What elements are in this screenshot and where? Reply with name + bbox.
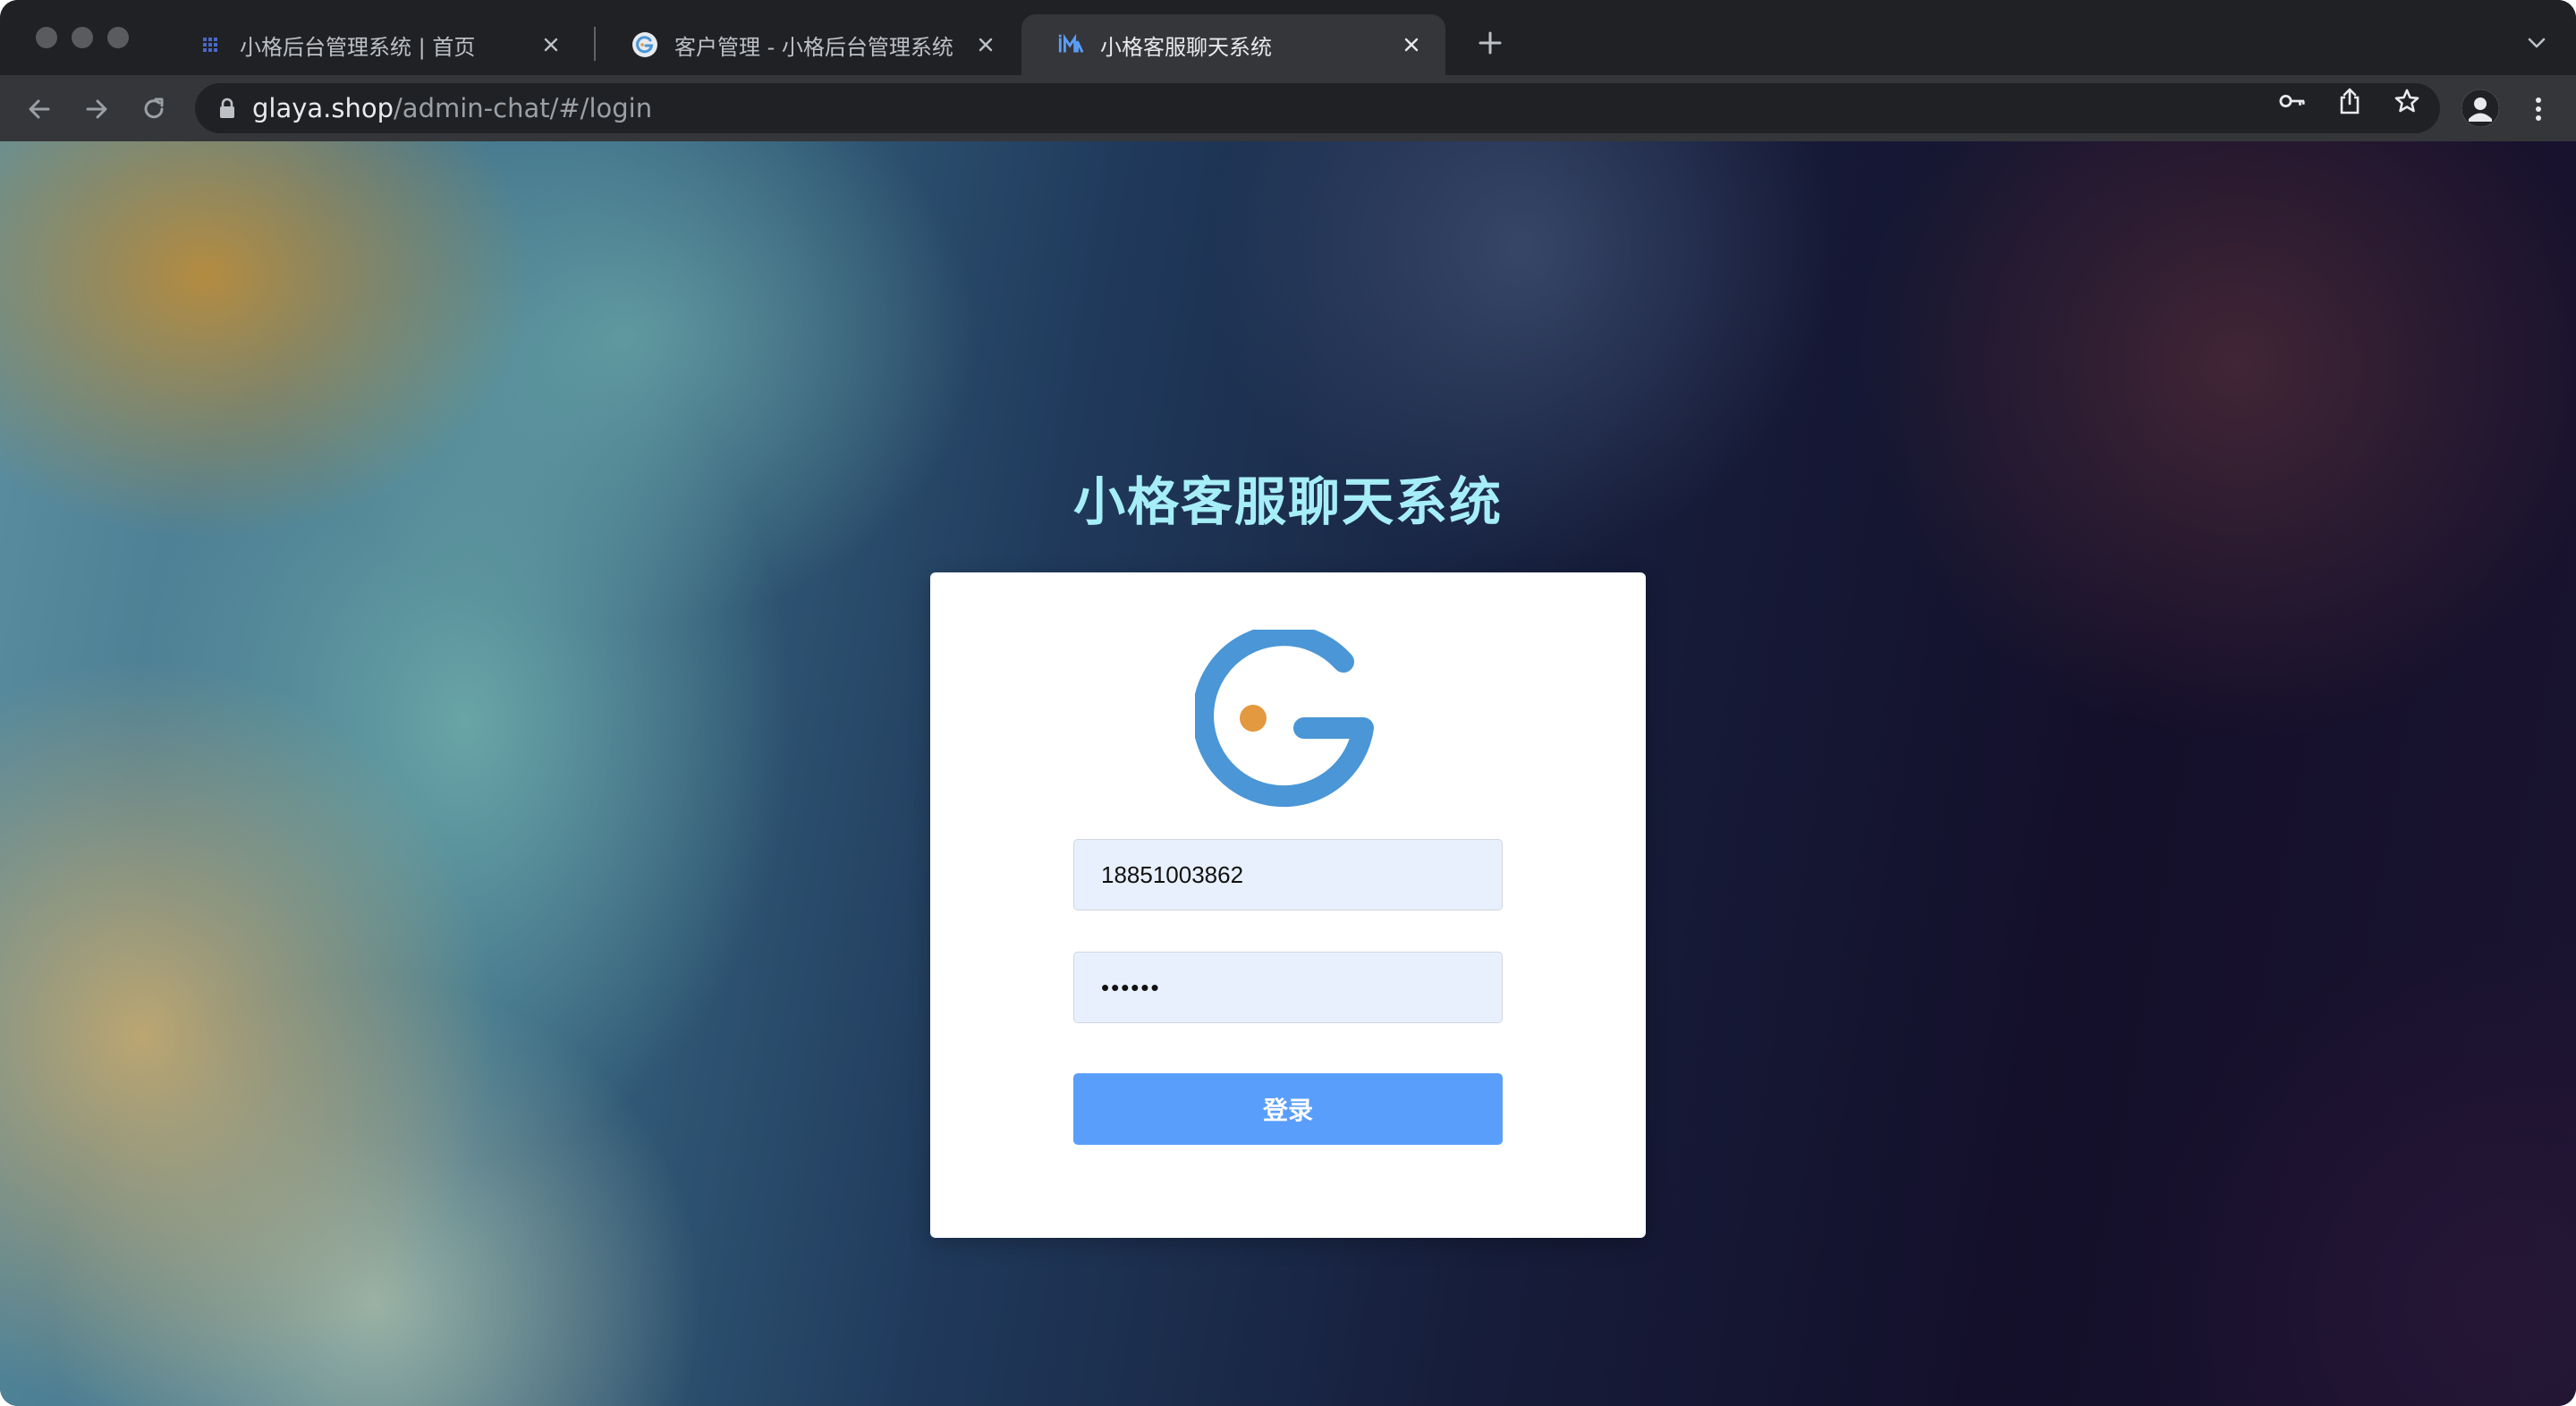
close-icon[interactable] xyxy=(1399,32,1424,57)
reload-icon[interactable] xyxy=(136,91,172,127)
tab-title: 客户管理 - 小格后台管理系统 xyxy=(674,34,953,60)
g-logo-icon xyxy=(1195,630,1374,808)
back-icon[interactable] xyxy=(21,91,57,127)
page-title: 小格客服聊天系统 xyxy=(1072,471,1503,532)
new-tab-icon[interactable] xyxy=(1474,27,1506,59)
url-text[interactable]: glaya.shop/admin-chat/#/login xyxy=(252,93,652,123)
tab-customer-management[interactable]: 客户管理 - 小格后台管理系统 xyxy=(596,14,1020,75)
close-icon[interactable] xyxy=(973,32,998,57)
username-input[interactable] xyxy=(1073,839,1503,911)
password-input[interactable] xyxy=(1073,952,1503,1023)
tab-chat-system[interactable]: 小格客服聊天系统 xyxy=(1021,14,1445,75)
login-button[interactable]: 登录 xyxy=(1073,1073,1503,1145)
tab-title: 小格客服聊天系统 xyxy=(1100,34,1272,60)
lock-icon[interactable] xyxy=(215,96,240,121)
page-content: 小格客服聊天系统 登录 xyxy=(0,141,2576,1406)
menu-icon[interactable] xyxy=(2522,91,2555,127)
login-card: 登录 xyxy=(930,572,1646,1238)
star-icon[interactable] xyxy=(2394,88,2420,114)
grid-favicon-icon xyxy=(197,31,224,58)
tab-strip: 小格后台管理系统 | 首页 客户管理 - 小格后台管理系统 小格客服聊天系统 xyxy=(0,0,2576,75)
g-logo-favicon-icon xyxy=(631,31,658,58)
window-close-control[interactable] xyxy=(36,27,57,48)
tab-title: 小格后台管理系统 | 首页 xyxy=(240,34,476,60)
url-host: glaya.shop xyxy=(252,93,394,123)
address-bar[interactable]: glaya.shop/admin-chat/#/login xyxy=(195,83,2440,133)
browser-toolbar: glaya.shop/admin-chat/#/login xyxy=(0,75,2576,141)
profile-icon[interactable] xyxy=(2462,89,2499,127)
url-path: /admin-chat/#/login xyxy=(394,93,653,123)
forward-icon[interactable] xyxy=(79,91,114,127)
share-icon[interactable] xyxy=(2336,88,2363,114)
window-zoom-control[interactable] xyxy=(107,27,129,48)
browser-window: 小格后台管理系统 | 首页 客户管理 - 小格后台管理系统 小格客服聊天系统 g… xyxy=(0,0,2576,1406)
im-favicon-icon xyxy=(1057,31,1084,58)
tab-search-icon[interactable] xyxy=(2522,29,2551,57)
window-minimize-control[interactable] xyxy=(72,27,93,48)
tab-home[interactable]: 小格后台管理系统 | 首页 xyxy=(161,14,585,75)
key-icon[interactable] xyxy=(2279,88,2306,114)
close-icon[interactable] xyxy=(538,32,564,57)
